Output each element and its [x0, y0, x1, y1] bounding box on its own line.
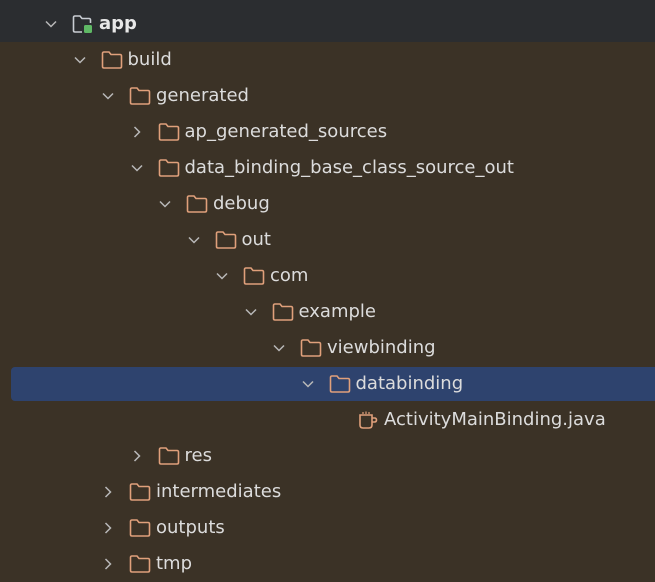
module-folder-icon [72, 14, 94, 34]
chevron-down-icon[interactable] [272, 341, 286, 355]
tree-item-res[interactable]: res [0, 438, 655, 474]
tree-item-ap-generated-sources[interactable]: ap_generated_sources [0, 114, 655, 150]
chevron-down-icon[interactable] [101, 89, 115, 103]
tree-item-label: debug [213, 193, 270, 214]
tree-item-tmp[interactable]: tmp [0, 546, 655, 582]
tree-item-label: ap_generated_sources [184, 121, 388, 142]
project-tree: app build generated ap_generated_sourcesdat… [0, 6, 655, 582]
folder-icon [158, 446, 180, 466]
tree-item-label: com [270, 265, 309, 286]
tree-item-out[interactable]: out [0, 222, 655, 258]
folder-icon [129, 482, 151, 502]
tree-item-example[interactable]: example [0, 294, 655, 330]
tree-item-label: app [99, 13, 137, 34]
folder-icon [300, 338, 322, 358]
java-class-icon [357, 410, 379, 430]
tree-item-label: intermediates [156, 481, 282, 502]
folder-icon [129, 518, 151, 538]
tree-item-outputs[interactable]: outputs [0, 510, 655, 546]
tree-item-label: databinding [355, 373, 464, 394]
tree-item-viewbinding[interactable]: viewbinding [0, 330, 655, 366]
folder-icon [272, 302, 294, 322]
chevron-right-icon[interactable] [101, 557, 115, 571]
folder-icon [158, 122, 180, 142]
chevron-down-icon[interactable] [44, 17, 58, 31]
chevron-right-icon[interactable] [101, 485, 115, 499]
tree-item-label: outputs [156, 517, 225, 538]
folder-icon [215, 230, 237, 250]
chevron-down-icon[interactable] [130, 161, 144, 175]
chevron-right-icon[interactable] [130, 449, 144, 463]
tree-item-build[interactable]: build [0, 42, 655, 78]
folder-icon [129, 554, 151, 574]
chevron-right-icon[interactable] [101, 521, 115, 535]
folder-icon [129, 86, 151, 106]
chevron-down-icon[interactable] [301, 377, 315, 391]
tree-item-intermediates[interactable]: intermediates [0, 474, 655, 510]
tree-item-label: build [127, 49, 172, 70]
tree-item-generated[interactable]: generated [0, 78, 655, 114]
tree-item-com[interactable]: com [0, 258, 655, 294]
tree-item-debug[interactable]: debug [0, 186, 655, 222]
tree-item-label: tmp [156, 553, 193, 574]
chevron-down-icon[interactable] [187, 233, 201, 247]
chevron-down-icon[interactable] [73, 53, 87, 67]
folder-icon [186, 194, 208, 214]
tree-item-label: out [241, 229, 271, 250]
tree-item-label: ActivityMainBinding.java [384, 409, 606, 430]
folder-icon [243, 266, 265, 286]
tree-item-activitymainbinding-java[interactable]: ActivityMainBinding.java [0, 402, 655, 438]
chevron-right-icon[interactable] [130, 125, 144, 139]
tree-item-data-binding-base-class-source-out[interactable]: data_binding_base_class_source_out [0, 150, 655, 186]
tree-item-label: res [184, 445, 212, 466]
tree-item-label: data_binding_base_class_source_out [184, 157, 514, 178]
tree-item-app[interactable]: app [0, 6, 655, 42]
folder-icon [158, 158, 180, 178]
chevron-down-icon[interactable] [215, 269, 229, 283]
tree-item-label: example [298, 301, 376, 322]
chevron-down-icon[interactable] [158, 197, 172, 211]
tree-item-label: viewbinding [327, 337, 436, 358]
chevron-down-icon[interactable] [244, 305, 258, 319]
tree-item-label: generated [156, 85, 249, 106]
folder-icon [101, 50, 123, 70]
tree-item-databinding[interactable]: databinding [0, 366, 655, 402]
folder-icon [329, 374, 351, 394]
